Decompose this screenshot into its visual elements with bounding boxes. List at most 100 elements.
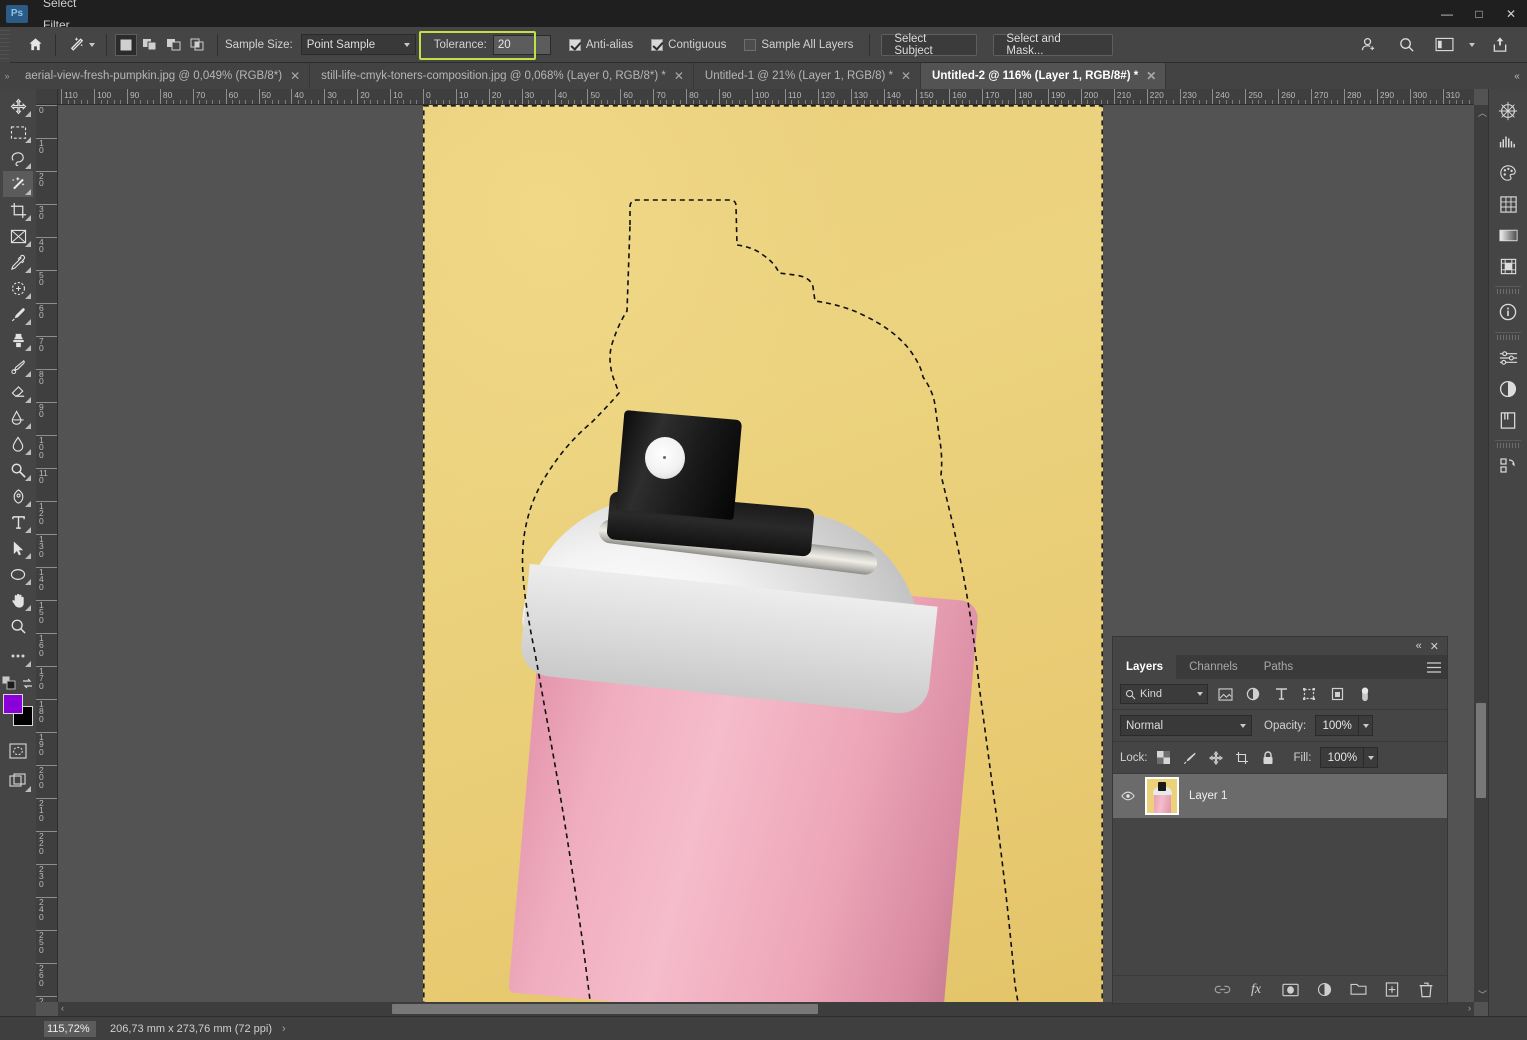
horizontal-scrollbar[interactable]: ‹ › [58, 1002, 1474, 1016]
new-layer-icon[interactable] [1383, 981, 1401, 999]
layer-row-layer-1[interactable]: Layer 1 [1113, 774, 1447, 818]
pixel-layer-filter-icon[interactable] [1214, 684, 1236, 704]
workspace-icon[interactable] [1431, 32, 1457, 58]
tool-clone-stamp[interactable] [3, 327, 33, 353]
add-layer-mask-icon[interactable] [1281, 981, 1299, 999]
tool-gradient[interactable] [3, 405, 33, 431]
close-tab-icon[interactable]: ✕ [1146, 69, 1156, 83]
tool-type[interactable] [3, 509, 33, 535]
tab-channels[interactable]: Channels [1176, 655, 1251, 679]
tool-crop[interactable] [3, 197, 33, 223]
foreground-color-swatch[interactable] [3, 694, 23, 714]
tolerance-input[interactable]: 20 [492, 34, 551, 55]
tool-eyedropper[interactable] [3, 249, 33, 275]
add-to-selection-button[interactable] [139, 34, 161, 56]
screen-mode-toggle[interactable] [3, 768, 33, 794]
fill-stepper[interactable] [1364, 747, 1379, 768]
color-wheel-icon[interactable] [1493, 96, 1523, 126]
blend-mode-dropdown[interactable]: Normal [1120, 715, 1252, 736]
chevron-up-icon[interactable]: ︿ [1478, 106, 1487, 119]
tool-blur[interactable] [3, 431, 33, 457]
lock-all-icon[interactable] [1258, 749, 1278, 767]
panel-group-grip[interactable] [1497, 335, 1519, 340]
layer-style-fx-icon[interactable]: fx [1247, 981, 1265, 999]
tool-frame[interactable] [3, 223, 33, 249]
document-tab-0[interactable]: aerial-view-fresh-pumpkin.jpg @ 0,049% (… [14, 63, 311, 89]
tool-history-brush[interactable] [3, 353, 33, 379]
adjustments-icon[interactable] [1493, 343, 1523, 373]
tool-lasso[interactable] [3, 145, 33, 171]
new-selection-button[interactable] [115, 33, 137, 56]
histogram-icon[interactable] [1493, 127, 1523, 157]
new-group-icon[interactable] [1349, 981, 1367, 999]
tab-overflow-chevron-icon[interactable]: « [1507, 63, 1527, 89]
tool-move[interactable] [3, 93, 33, 119]
swap-colors-icon[interactable] [21, 677, 34, 690]
close-panel-icon[interactable]: ✕ [1430, 640, 1439, 653]
contiguous-checkbox[interactable]: Contiguous [651, 38, 726, 51]
menu-item-select[interactable]: Select [34, 0, 95, 14]
document-tab-2[interactable]: Untitled-1 @ 21% (Layer 1, RGB/8) * ✕ [693, 63, 922, 89]
tool-edit-toolbar[interactable] [3, 643, 33, 669]
shape-layer-filter-icon[interactable] [1298, 684, 1320, 704]
status-expand-chevron-icon[interactable]: › [282, 1023, 286, 1035]
chevron-down-icon[interactable] [1469, 42, 1475, 47]
default-colors-icon[interactable] [2, 676, 16, 690]
zoom-level-input[interactable]: 115,72% [44, 1020, 96, 1037]
opacity-input[interactable]: 100% [1315, 715, 1360, 736]
chevron-right-icon[interactable]: › [1468, 1003, 1471, 1013]
tab-paths[interactable]: Paths [1251, 655, 1306, 679]
horizontal-scrollbar-thumb[interactable] [392, 1004, 818, 1014]
chevron-down-icon[interactable]: ﹀ [1478, 988, 1487, 1001]
lock-artboard-icon[interactable] [1232, 749, 1252, 767]
tool-hand[interactable] [3, 587, 33, 613]
close-button[interactable]: ✕ [1495, 0, 1527, 27]
minimize-button[interactable]: — [1431, 0, 1463, 27]
tool-eraser[interactable] [3, 379, 33, 405]
panel-group-grip[interactable] [1497, 289, 1519, 294]
lock-position-icon[interactable] [1206, 749, 1226, 767]
info-icon[interactable] [1493, 297, 1523, 327]
document-tab-1[interactable]: still-life-cmyk-toners-composition.jpg @… [310, 63, 694, 89]
adjustment-layer-filter-icon[interactable] [1242, 684, 1264, 704]
panel-group-grip[interactable] [1497, 443, 1519, 448]
chevron-left-icon[interactable]: ‹ [61, 1003, 64, 1013]
chevron-down-icon[interactable] [89, 42, 95, 47]
options-bar-grip[interactable] [0, 26, 10, 63]
smart-object-filter-icon[interactable] [1326, 684, 1348, 704]
tool-pen[interactable] [3, 483, 33, 509]
horizontal-ruler[interactable]: 110 100 90 80 70 60 50 40 30 20 10 0 10 20 30 40 50 60 70 8… [58, 89, 1474, 105]
collapse-panel-icon[interactable]: « [1416, 640, 1422, 652]
swatches-icon[interactable] [1493, 158, 1523, 188]
intersect-with-selection-button[interactable] [187, 34, 209, 56]
maximize-button[interactable]: □ [1463, 0, 1495, 27]
tool-zoom[interactable] [3, 613, 33, 639]
new-adjustment-layer-icon[interactable] [1315, 981, 1333, 999]
layer-filter-kind-dropdown[interactable]: Kind [1120, 684, 1208, 704]
vertical-scrollbar[interactable]: ︿ ﹀ [1474, 105, 1488, 1002]
lock-transparent-pixels-icon[interactable] [1154, 749, 1174, 767]
tool-rectangular-marquee[interactable] [3, 119, 33, 145]
link-layers-icon[interactable] [1213, 981, 1231, 999]
eye-icon[interactable] [1121, 791, 1135, 801]
tool-brush[interactable] [3, 301, 33, 327]
tab-layers[interactable]: Layers [1113, 655, 1177, 679]
filter-toggle-icon[interactable] [1354, 684, 1376, 704]
search-icon[interactable] [1393, 32, 1419, 58]
sample-size-dropdown[interactable]: Point Sample [300, 34, 416, 55]
layer-thumbnail[interactable] [1145, 777, 1179, 815]
vertical-ruler[interactable]: 0 10 20 30 40 50 60 70 80 90 100 110 120 130 140 150 160… [36, 105, 58, 1002]
subtract-from-selection-button[interactable] [163, 34, 185, 56]
export-icon[interactable] [1487, 32, 1513, 58]
tool-dodge[interactable] [3, 457, 33, 483]
actions-icon[interactable] [1493, 451, 1523, 481]
vertical-scrollbar-thumb[interactable] [1476, 703, 1486, 798]
half-circle-icon[interactable] [1493, 374, 1523, 404]
tool-magic-wand[interactable] [3, 171, 33, 197]
tab-bar-grip[interactable]: » [0, 63, 14, 89]
opacity-stepper[interactable] [1359, 715, 1374, 736]
libraries-icon[interactable] [1493, 405, 1523, 435]
close-tab-icon[interactable]: ✕ [290, 69, 300, 83]
delete-layer-icon[interactable] [1417, 981, 1435, 999]
gradients-icon[interactable] [1493, 220, 1523, 250]
